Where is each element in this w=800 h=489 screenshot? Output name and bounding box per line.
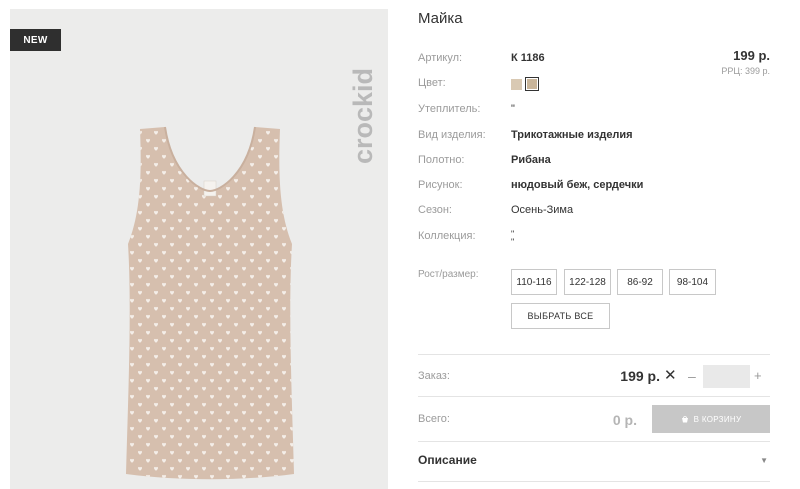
spec-label: Артикул: — [418, 52, 463, 64]
order-label: Заказ: — [418, 370, 450, 382]
spec-value: " " — [511, 229, 515, 247]
spec-label: Полотно: — [418, 154, 465, 166]
product-info-panel: Майка 199 р. РРЦ: 399 р. Артикул: К 1186… — [418, 0, 770, 489]
add-to-cart-label: В КОРЗИНУ — [693, 414, 742, 424]
increase-quantity-button[interactable]: + — [754, 368, 762, 383]
spec-label: Вид изделия: — [418, 129, 486, 141]
multiply-icon: ✕ — [664, 367, 677, 384]
total-label: Всего: — [418, 413, 450, 425]
spec-value: Трикотажные изделия — [511, 129, 633, 141]
spec-value: Рибана — [511, 154, 551, 166]
total-value: 0 р. — [612, 412, 637, 428]
size-option[interactable]: 110-116 — [511, 269, 557, 295]
color-swatch[interactable] — [511, 78, 522, 90]
spec-value: нюдовый беж, сердечки — [511, 179, 644, 191]
decrease-quantity-button[interactable]: – — [688, 368, 696, 384]
cart-icon — [681, 416, 688, 423]
quantity-input[interactable] — [703, 365, 750, 388]
divider — [418, 354, 770, 355]
recommended-retail-price: РРЦ: 399 р. — [721, 66, 770, 76]
brand-logo: crockid — [350, 68, 378, 164]
size-option[interactable]: 122-128 — [564, 269, 611, 295]
new-badge: NEW — [10, 29, 61, 51]
spec-label: Сезон: — [418, 204, 452, 216]
spec-value: К 1186 — [511, 52, 545, 64]
spec-label: Утеплитель: — [418, 103, 481, 115]
select-all-sizes-button[interactable]: ВЫБРАТЬ ВСЕ — [511, 303, 610, 329]
description-toggle[interactable]: Описание — [418, 453, 477, 467]
tank-top-image — [126, 126, 294, 480]
add-to-cart-button[interactable]: В КОРЗИНУ — [652, 405, 770, 433]
brand-logo-text: crockid — [350, 68, 378, 164]
divider — [418, 481, 770, 482]
spec-label: Рисунок: — [418, 179, 463, 191]
order-price: 199 р. — [620, 368, 660, 384]
spec-label: Коллекция: — [418, 230, 476, 242]
chevron-down-icon[interactable]: ▼ — [760, 456, 768, 465]
product-image-panel: NEW crockid — [10, 9, 388, 489]
product-price: 199 р. — [733, 48, 770, 63]
size-option[interactable]: 98-104 — [669, 269, 716, 295]
spec-value: Осень-Зима — [511, 204, 574, 216]
divider — [418, 441, 770, 442]
divider — [418, 396, 770, 397]
product-title: Майка — [418, 10, 463, 27]
sizes-label: Рост/размер: — [418, 269, 479, 280]
spec-label: Цвет: — [418, 77, 446, 89]
color-swatches — [511, 77, 539, 91]
spec-value: " — [511, 103, 515, 115]
color-swatch-selected[interactable] — [525, 77, 539, 91]
size-option[interactable]: 86-92 — [617, 269, 663, 295]
